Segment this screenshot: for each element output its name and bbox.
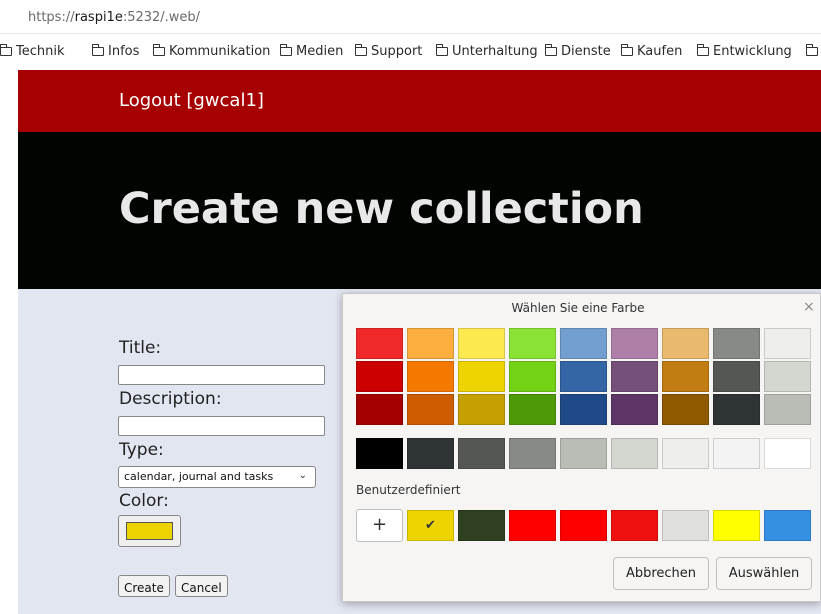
color-chooser-dialog: Wählen Sie eine Farbe × Benutzerdefinier… bbox=[342, 293, 821, 602]
bookmark-overflow[interactable] bbox=[806, 44, 821, 59]
custom-color-swatch[interactable] bbox=[764, 510, 811, 541]
palette-swatch[interactable] bbox=[458, 394, 505, 425]
palette-swatch[interactable] bbox=[407, 361, 454, 392]
palette-swatch[interactable] bbox=[356, 361, 403, 392]
custom-color-swatch[interactable] bbox=[509, 510, 556, 541]
palette-swatch[interactable] bbox=[713, 328, 760, 359]
chevron-down-icon: ⌄ bbox=[298, 470, 307, 481]
color-label: Color: bbox=[119, 491, 169, 511]
bookmark-kaufen[interactable]: Kaufen bbox=[621, 44, 682, 59]
palette-swatch[interactable] bbox=[458, 361, 505, 392]
gray-swatch[interactable] bbox=[611, 438, 658, 469]
bookmark-dienste[interactable]: Dienste bbox=[545, 44, 611, 59]
palette-swatch[interactable] bbox=[356, 328, 403, 359]
custom-color-swatch[interactable] bbox=[560, 510, 607, 541]
palette-swatch[interactable] bbox=[509, 361, 556, 392]
custom-color-swatch[interactable] bbox=[458, 510, 505, 541]
palette-swatch[interactable] bbox=[662, 394, 709, 425]
palette-swatch[interactable] bbox=[713, 361, 760, 392]
palette-swatch[interactable] bbox=[662, 361, 709, 392]
add-custom-color-button[interactable]: + bbox=[356, 509, 403, 542]
palette-swatch[interactable] bbox=[662, 328, 709, 359]
palette-swatch[interactable] bbox=[509, 394, 556, 425]
folder-icon bbox=[153, 44, 165, 56]
title-input[interactable] bbox=[118, 365, 325, 385]
description-label: Description: bbox=[119, 389, 222, 409]
bookmark-technik[interactable]: Technik bbox=[0, 44, 65, 59]
gray-swatch[interactable] bbox=[458, 438, 505, 469]
page-title: Create new collection bbox=[119, 184, 644, 234]
bookmarks-bar: Technik Infos Kommunikation Medien Suppo… bbox=[0, 34, 821, 70]
palette-swatch[interactable] bbox=[458, 328, 505, 359]
palette-swatch[interactable] bbox=[611, 394, 658, 425]
palette-swatch[interactable] bbox=[407, 394, 454, 425]
type-label: Type: bbox=[119, 440, 164, 460]
type-selected-value: calendar, journal and tasks bbox=[124, 470, 274, 483]
checkmark-icon: ✔ bbox=[425, 518, 436, 533]
folder-icon bbox=[697, 44, 709, 56]
palette-swatch[interactable] bbox=[560, 394, 607, 425]
custom-color-swatch[interactable]: ✔ bbox=[407, 510, 454, 541]
folder-icon bbox=[355, 44, 367, 56]
cancel-button[interactable]: Cancel bbox=[175, 575, 228, 597]
gray-swatch[interactable] bbox=[560, 438, 607, 469]
palette-swatch[interactable] bbox=[764, 394, 811, 425]
folder-icon bbox=[436, 44, 448, 56]
palette-swatch[interactable] bbox=[611, 328, 658, 359]
url-bar[interactable]: https://raspi1e:5232/.web/ bbox=[0, 0, 821, 34]
gray-swatch[interactable] bbox=[356, 438, 403, 469]
palette-swatch[interactable] bbox=[713, 394, 760, 425]
type-select[interactable]: calendar, journal and tasks ⌄ bbox=[118, 466, 316, 488]
gray-swatch[interactable] bbox=[764, 438, 811, 469]
palette-swatch[interactable] bbox=[509, 328, 556, 359]
folder-icon bbox=[545, 44, 557, 56]
palette-swatch[interactable] bbox=[764, 361, 811, 392]
bookmark-infos[interactable]: Infos bbox=[92, 44, 139, 59]
gray-swatch[interactable] bbox=[713, 438, 760, 469]
description-input[interactable] bbox=[118, 416, 325, 436]
folder-icon bbox=[92, 44, 104, 56]
bookmark-medien[interactable]: Medien bbox=[280, 44, 343, 59]
close-icon[interactable]: × bbox=[803, 299, 815, 315]
custom-color-swatch[interactable] bbox=[611, 510, 658, 541]
palette-swatch[interactable] bbox=[407, 328, 454, 359]
bookmark-support[interactable]: Support bbox=[355, 44, 422, 59]
color-preview-swatch bbox=[126, 522, 173, 540]
title-label: Title: bbox=[119, 338, 162, 358]
bookmark-unterhaltung[interactable]: Unterhaltung bbox=[436, 44, 538, 59]
dialog-title: Wählen Sie eine Farbe bbox=[511, 301, 645, 315]
folder-icon bbox=[280, 44, 292, 56]
bookmark-kommunikation[interactable]: Kommunikation bbox=[153, 44, 270, 59]
folder-icon bbox=[806, 44, 818, 56]
palette-swatch[interactable] bbox=[611, 361, 658, 392]
create-button[interactable]: Create bbox=[118, 575, 170, 597]
gray-swatch[interactable] bbox=[662, 438, 709, 469]
gray-swatch[interactable] bbox=[407, 438, 454, 469]
folder-icon bbox=[0, 44, 12, 56]
palette-swatch[interactable] bbox=[560, 361, 607, 392]
palette-swatch[interactable] bbox=[356, 394, 403, 425]
custom-colors-label: Benutzerdefiniert bbox=[356, 483, 461, 497]
palette-swatch[interactable] bbox=[560, 328, 607, 359]
logout-link[interactable]: Logout [gwcal1] bbox=[119, 90, 264, 111]
bookmark-entwicklung[interactable]: Entwicklung bbox=[697, 44, 792, 59]
palette-swatch[interactable] bbox=[764, 328, 811, 359]
folder-icon bbox=[621, 44, 633, 56]
dialog-select-button[interactable]: Auswählen bbox=[716, 557, 812, 590]
custom-color-swatch[interactable] bbox=[662, 510, 709, 541]
gray-swatch[interactable] bbox=[509, 438, 556, 469]
custom-color-swatch[interactable] bbox=[713, 510, 760, 541]
color-picker-button[interactable] bbox=[118, 515, 181, 547]
dialog-cancel-button[interactable]: Abbrechen bbox=[613, 557, 709, 590]
url-text[interactable]: https://raspi1e:5232/.web/ bbox=[28, 10, 200, 25]
